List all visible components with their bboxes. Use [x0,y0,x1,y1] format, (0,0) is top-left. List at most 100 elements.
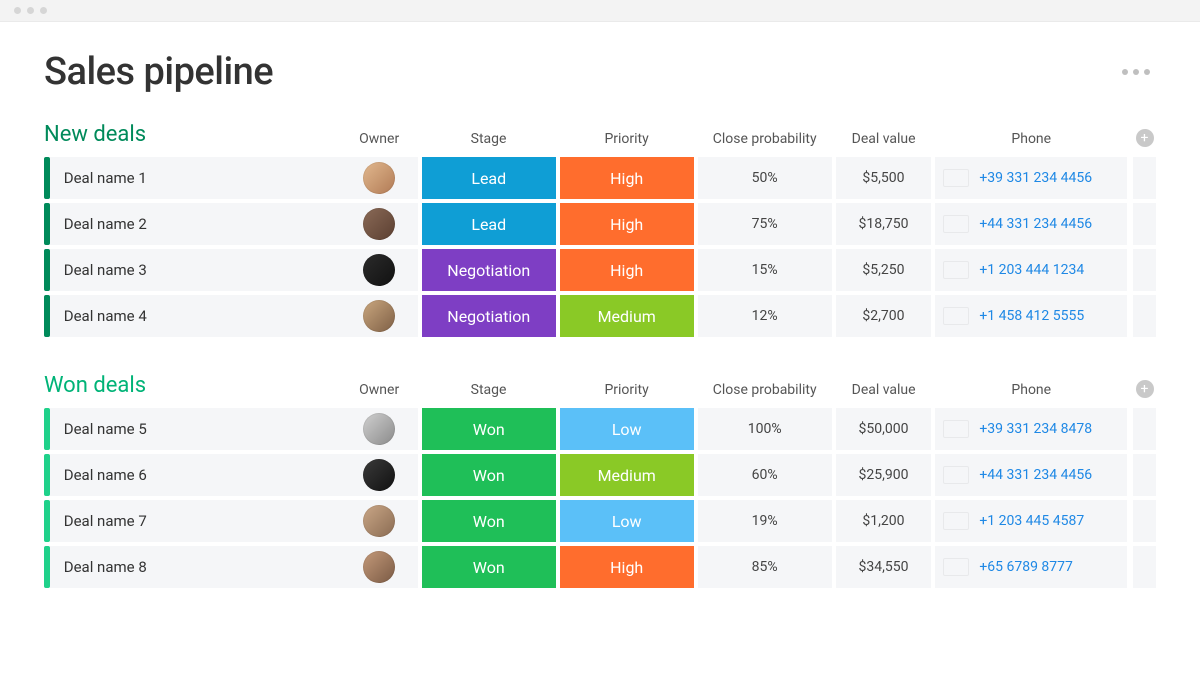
priority-cell[interactable]: Medium [560,295,694,337]
flag-icon [943,420,969,438]
column-header-stage[interactable]: Stage [421,382,555,398]
phone-cell[interactable]: +1 203 444 1234 [935,249,1127,291]
column-header-close-probability[interactable]: Close probability [698,131,832,147]
deal-name-cell[interactable]: Deal name 6 [50,454,341,496]
deal-value-cell[interactable]: $5,250 [836,249,932,291]
table-row[interactable]: Deal name 6 Won Medium 60% $25,900 +44 3… [44,454,1156,496]
column-header-phone[interactable]: Phone [935,131,1127,147]
owner-cell[interactable] [341,157,418,199]
close-probability-cell[interactable]: 75% [698,203,832,245]
deal-value-cell[interactable]: $1,200 [836,500,932,542]
priority-cell[interactable]: Medium [560,454,694,496]
table-row[interactable]: Deal name 7 Won Low 19% $1,200 +1 203 44… [44,500,1156,542]
column-header-stage[interactable]: Stage [421,131,555,147]
table-row[interactable]: Deal name 3 Negotiation High 15% $5,250 … [44,249,1156,291]
traffic-dot [27,7,34,14]
stage-cell[interactable]: Won [422,454,556,496]
add-column-button[interactable]: + [1133,380,1156,398]
phone-link[interactable]: +1 203 445 4587 [979,513,1084,529]
stage-cell[interactable]: Negotiation [422,249,556,291]
close-probability-cell[interactable]: 50% [698,157,832,199]
phone-cell[interactable]: +1 458 412 5555 [935,295,1127,337]
owner-cell[interactable] [341,249,418,291]
phone-cell[interactable]: +65 6789 8777 [935,546,1127,588]
stage-cell[interactable]: Won [422,500,556,542]
table-row[interactable]: Deal name 4 Negotiation Medium 12% $2,70… [44,295,1156,337]
plus-icon: + [1136,129,1154,147]
section-title[interactable]: Won deals [44,373,341,398]
avatar [363,254,395,286]
stage-cell[interactable]: Negotiation [422,295,556,337]
deal-value-cell[interactable]: $34,550 [836,546,932,588]
close-probability-cell[interactable]: 19% [698,500,832,542]
phone-link[interactable]: +65 6789 8777 [979,559,1073,575]
row-trailing-cell [1133,546,1156,588]
window-chrome [0,0,1200,22]
deal-name-cell[interactable]: Deal name 5 [50,408,341,450]
column-header-priority[interactable]: Priority [560,382,694,398]
deal-value-cell[interactable]: $2,700 [836,295,932,337]
column-header-deal-value[interactable]: Deal value [836,131,932,147]
priority-cell[interactable]: Low [560,408,694,450]
table-row[interactable]: Deal name 1 Lead High 50% $5,500 +39 331… [44,157,1156,199]
phone-cell[interactable]: +1 203 445 4587 [935,500,1127,542]
owner-cell[interactable] [341,295,418,337]
more-menu-button[interactable] [1122,69,1156,75]
table-row[interactable]: Deal name 8 Won High 85% $34,550 +65 678… [44,546,1156,588]
deal-name-cell[interactable]: Deal name 4 [50,295,341,337]
deal-name-cell[interactable]: Deal name 7 [50,500,341,542]
add-column-button[interactable]: + [1133,129,1156,147]
close-probability-cell[interactable]: 15% [698,249,832,291]
stage-cell[interactable]: Lead [422,157,556,199]
phone-cell[interactable]: +39 331 234 8478 [935,408,1127,450]
close-probability-cell[interactable]: 12% [698,295,832,337]
table-row[interactable]: Deal name 5 Won Low 100% $50,000 +39 331… [44,408,1156,450]
section-title[interactable]: New deals [44,122,341,147]
deal-value-cell[interactable]: $50,000 [836,408,932,450]
owner-cell[interactable] [341,454,418,496]
priority-cell[interactable]: High [560,157,694,199]
phone-link[interactable]: +44 331 234 4456 [979,467,1092,483]
column-header-phone[interactable]: Phone [935,382,1127,398]
deal-value-cell[interactable]: $5,500 [836,157,932,199]
close-probability-cell[interactable]: 60% [698,454,832,496]
page-title: Sales pipeline [44,50,273,94]
deal-name-cell[interactable]: Deal name 2 [50,203,341,245]
priority-cell[interactable]: Low [560,500,694,542]
priority-cell[interactable]: High [560,546,694,588]
owner-cell[interactable] [341,546,418,588]
priority-cell[interactable]: High [560,203,694,245]
phone-cell[interactable]: +44 331 234 4456 [935,454,1127,496]
column-header-owner[interactable]: Owner [341,131,418,147]
table-row[interactable]: Deal name 2 Lead High 75% $18,750 +44 33… [44,203,1156,245]
phone-link[interactable]: +44 331 234 4456 [979,216,1092,232]
column-header-close-probability[interactable]: Close probability [698,382,832,398]
owner-cell[interactable] [341,500,418,542]
deal-value-cell[interactable]: $25,900 [836,454,932,496]
deal-name-cell[interactable]: Deal name 8 [50,546,341,588]
phone-cell[interactable]: +44 331 234 4456 [935,203,1127,245]
close-probability-cell[interactable]: 85% [698,546,832,588]
column-header-deal-value[interactable]: Deal value [836,382,932,398]
column-header-owner[interactable]: Owner [341,382,418,398]
phone-cell[interactable]: +39 331 234 4456 [935,157,1127,199]
avatar [363,459,395,491]
phone-link[interactable]: +39 331 234 8478 [979,421,1092,437]
deal-name-cell[interactable]: Deal name 3 [50,249,341,291]
close-probability-cell[interactable]: 100% [698,408,832,450]
stage-cell[interactable]: Won [422,408,556,450]
phone-link[interactable]: +39 331 234 4456 [979,170,1092,186]
priority-cell[interactable]: High [560,249,694,291]
deal-value-cell[interactable]: $18,750 [836,203,932,245]
phone-link[interactable]: +1 203 444 1234 [979,262,1084,278]
column-header-priority[interactable]: Priority [560,131,694,147]
avatar [363,551,395,583]
traffic-dot [40,7,47,14]
owner-cell[interactable] [341,203,418,245]
stage-cell[interactable]: Lead [422,203,556,245]
owner-cell[interactable] [341,408,418,450]
deal-name-cell[interactable]: Deal name 1 [50,157,341,199]
phone-link[interactable]: +1 458 412 5555 [979,308,1084,324]
stage-cell[interactable]: Won [422,546,556,588]
row-trailing-cell [1133,295,1156,337]
